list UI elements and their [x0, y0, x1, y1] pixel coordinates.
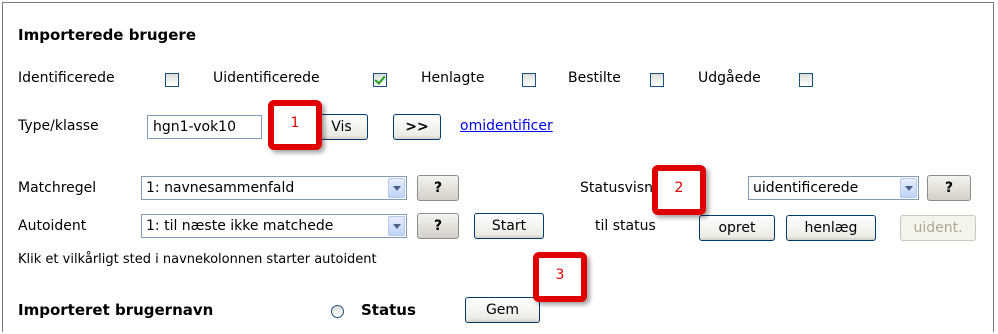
matchregel-select-value: 1: navnesammenfald	[146, 180, 295, 196]
chevron-down-icon	[900, 178, 917, 198]
filter-label-udgaaede: Udgåede	[698, 70, 761, 86]
type-klasse-label: Type/klasse	[18, 118, 99, 134]
type-klasse-input[interactable]: hgn1-vok10	[147, 115, 262, 139]
chevron-down-icon	[388, 178, 405, 198]
autoident-help-button[interactable]: ?	[417, 213, 459, 239]
henlaeg-button[interactable]: henlæg	[786, 215, 876, 241]
autoident-label: Autoident	[18, 218, 87, 234]
next-button[interactable]: >>	[393, 114, 441, 140]
uident-button: uident.	[900, 215, 976, 241]
til-status-label: til status	[595, 218, 656, 234]
callout-1: 1	[268, 100, 322, 150]
panel-frame	[2, 2, 994, 332]
filter-label-identificerede: Identificerede	[18, 70, 115, 86]
filter-label-henlagte: Henlagte	[421, 70, 485, 86]
filter-checkbox-udgaaede[interactable]	[799, 73, 813, 87]
vis-button[interactable]: Vis	[315, 114, 368, 140]
gem-button[interactable]: Gem	[465, 297, 540, 323]
matchregel-select[interactable]: 1: navnesammenfald	[141, 176, 407, 200]
panel-title: Importerede brugere	[18, 26, 196, 44]
start-button[interactable]: Start	[474, 213, 544, 239]
filter-label-bestilte: Bestilte	[568, 70, 621, 86]
imported-username-header: Importeret brugernavn	[18, 301, 214, 319]
filter-checkbox-uidentificerede[interactable]	[373, 73, 387, 87]
autoident-hint: Klik et vilkårligt sted i navnekolonnen …	[18, 252, 377, 267]
chevron-down-icon	[388, 216, 405, 236]
filter-label-uidentificerede: Uidentificerede	[213, 70, 320, 86]
matchregel-label: Matchregel	[18, 180, 97, 196]
status-header: Status	[361, 301, 416, 319]
omidentificer-link[interactable]: omidentificer	[460, 118, 553, 134]
statusvisning-select[interactable]: uidentificerede	[748, 176, 919, 200]
matchregel-help-button[interactable]: ?	[417, 175, 459, 201]
callout-2: 2	[652, 165, 706, 215]
opret-button[interactable]: opret	[699, 215, 775, 241]
filter-checkbox-henlagte[interactable]	[522, 73, 536, 87]
filter-checkbox-identificerede[interactable]	[165, 73, 179, 87]
callout-3: 3	[533, 252, 587, 302]
filter-checkbox-bestilte[interactable]	[650, 73, 664, 87]
statusvisning-select-value: uidentificerede	[753, 180, 859, 196]
autoident-select[interactable]: 1: til næste ikke matchede	[141, 214, 407, 238]
autoident-select-value: 1: til næste ikke matchede	[146, 218, 334, 234]
statusvisning-help-button[interactable]: ?	[927, 175, 971, 201]
status-radio[interactable]	[331, 305, 344, 318]
